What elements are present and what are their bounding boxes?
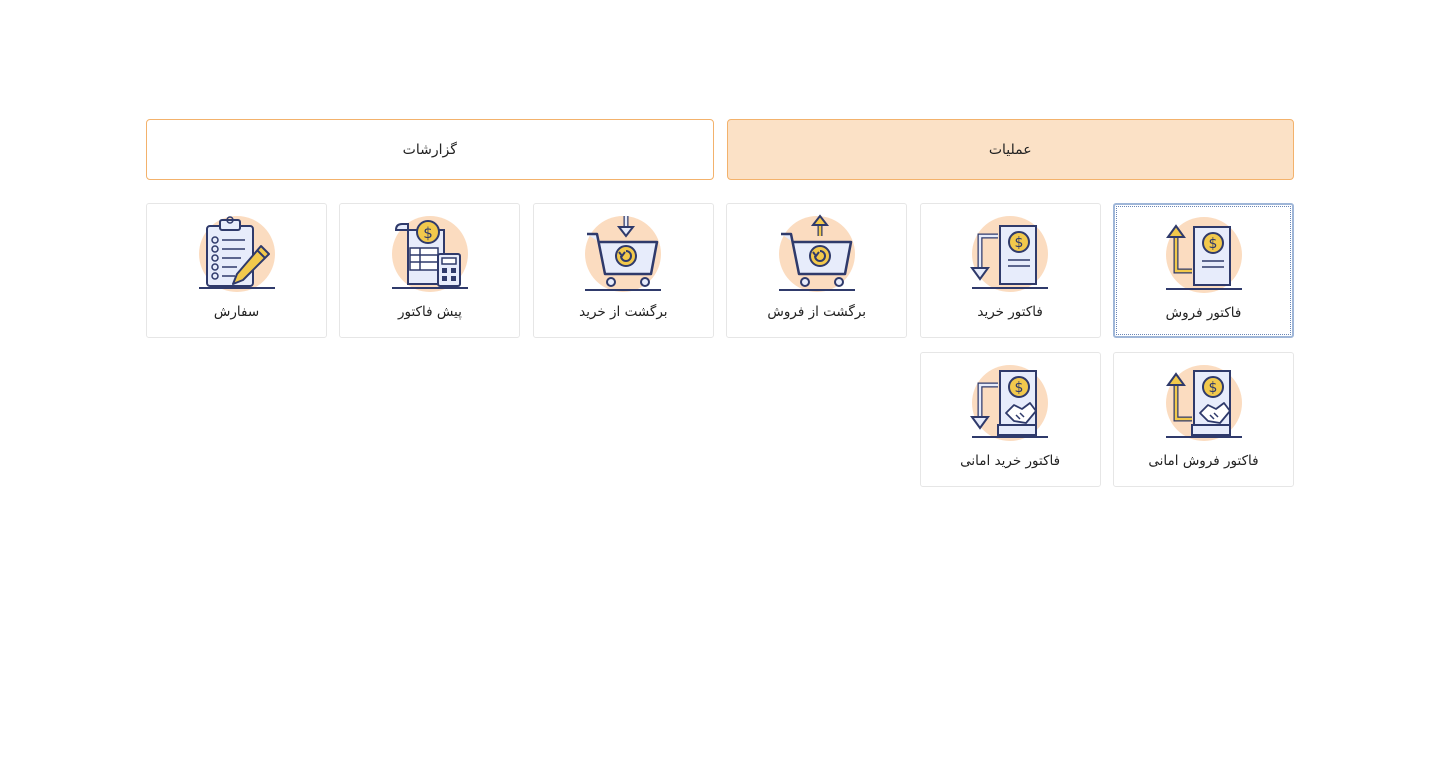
consignment-purchase-invoice-icon: $ bbox=[970, 365, 1049, 441]
consignment-sales-invoice-icon: $ bbox=[1165, 365, 1242, 441]
tile-label: فاکتور فروش bbox=[1165, 305, 1242, 321]
sales-invoice-icon: $ bbox=[1165, 217, 1242, 293]
svg-text:$: $ bbox=[1015, 380, 1024, 396]
purchase-invoice-icon: $ bbox=[970, 216, 1049, 292]
svg-text:$: $ bbox=[1015, 235, 1024, 251]
tile-sales-invoice[interactable]: $ فاکتور فروش bbox=[1113, 203, 1294, 338]
tile-consignment-purchase-invoice[interactable]: $ فاکتور خرید امانی bbox=[919, 352, 1101, 487]
operations-grid: $ فاکتور فروش $ فاکتور خرید برگشت از فرو… bbox=[146, 203, 1294, 487]
tile-purchase-invoice[interactable]: $ فاکتور خرید bbox=[919, 203, 1101, 338]
tile-label: فاکتور خرید امانی bbox=[960, 453, 1061, 469]
tab-reports[interactable]: گزارشات bbox=[146, 119, 714, 180]
page: عملیات گزارشات $ فاکتور فروش $ فاکتور خر… bbox=[0, 0, 1440, 774]
tile-label: سفارش bbox=[213, 304, 260, 320]
svg-text:$: $ bbox=[1208, 380, 1217, 396]
tile-consignment-sales-invoice[interactable]: $ فاکتور فروش امانی bbox=[1113, 352, 1294, 487]
svg-text:$: $ bbox=[1208, 236, 1217, 252]
tile-proforma-invoice[interactable]: $ پیش فاکتور bbox=[339, 203, 521, 338]
tile-order[interactable]: سفارش bbox=[146, 203, 328, 338]
svg-text:$: $ bbox=[423, 224, 433, 242]
tile-label: برگشت از خرید bbox=[579, 304, 668, 320]
purchase-return-icon bbox=[585, 216, 662, 292]
proforma-invoice-icon: $ bbox=[391, 216, 468, 292]
tab-operations[interactable]: عملیات bbox=[726, 119, 1294, 180]
tile-sales-return[interactable]: برگشت از فروش bbox=[726, 203, 908, 338]
tile-label: برگشت از فروش bbox=[767, 304, 867, 320]
tile-purchase-return[interactable]: برگشت از خرید bbox=[532, 203, 714, 338]
order-icon bbox=[198, 216, 275, 292]
tile-label: پیش فاکتور bbox=[397, 304, 462, 320]
sales-return-icon bbox=[778, 214, 855, 292]
tile-label: فاکتور فروش امانی bbox=[1148, 453, 1259, 469]
tile-label: فاکتور خرید bbox=[977, 304, 1043, 320]
tab-bar: عملیات گزارشات bbox=[146, 119, 1294, 180]
